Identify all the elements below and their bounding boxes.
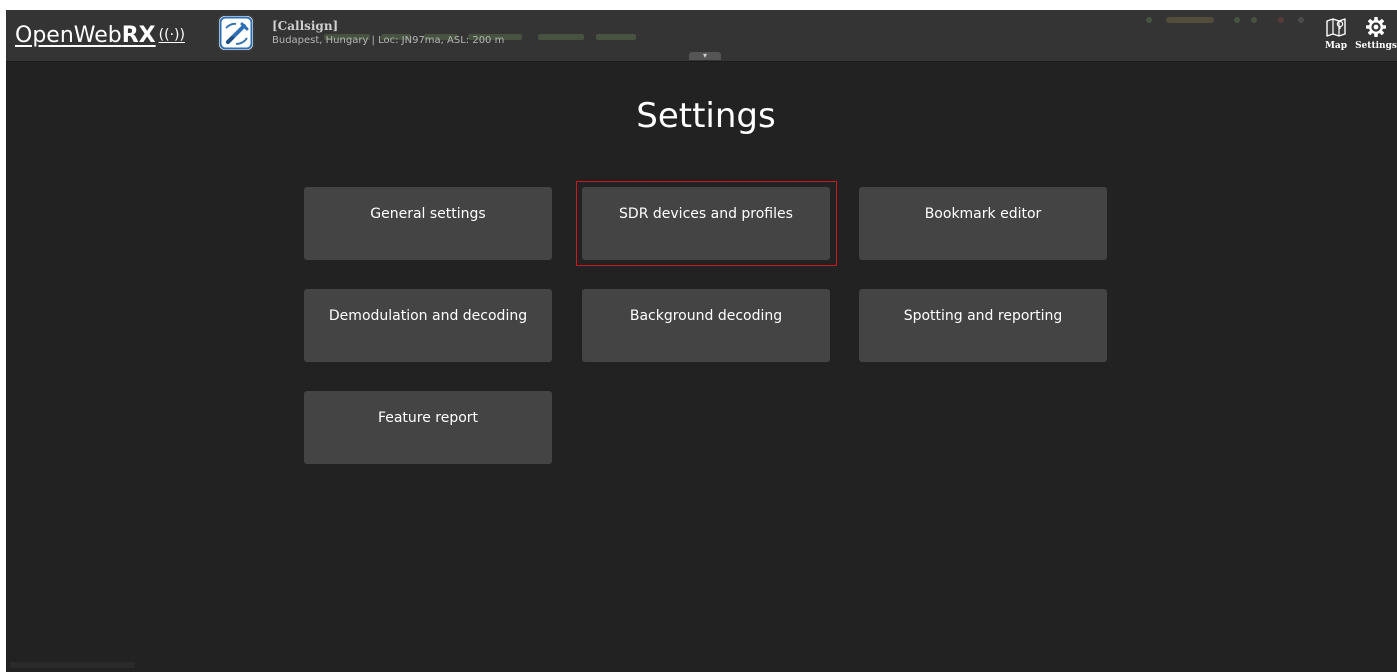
overlay-mark — [1234, 17, 1240, 23]
sdr-devices-button[interactable]: SDR devices and profiles — [582, 187, 830, 260]
nav-settings-label: Settings — [1355, 41, 1397, 51]
overlay-mark — [596, 34, 636, 40]
background-decoding-button[interactable]: Background decoding — [582, 289, 830, 362]
page-title: Settings — [636, 96, 776, 136]
overlay-mark — [1278, 17, 1284, 23]
header-collapse-toggle[interactable]: ▾ — [689, 52, 721, 60]
nav-settings-button[interactable]: Settings — [1353, 16, 1397, 58]
gear-icon — [1366, 17, 1386, 37]
bookmark-editor-button[interactable]: Bookmark editor — [859, 187, 1107, 260]
feature-report-button[interactable]: Feature report — [304, 391, 552, 464]
nav-map-button[interactable]: Map — [1323, 16, 1349, 58]
app-window: OpenWeb RX ((·)) [Callsign] Budapest, Hung… — [6, 10, 1397, 672]
antenna-pen-icon — [219, 16, 253, 50]
receiver-info: [Callsign] Budapest, Hungary | Loc: JN97… — [272, 18, 504, 48]
map-icon — [1326, 18, 1346, 37]
logo-text-light: OpenWeb — [15, 22, 122, 48]
overlay-mark — [1146, 17, 1152, 23]
logo-text-bold: RX — [121, 22, 156, 48]
nav-map-label: Map — [1324, 41, 1348, 51]
overlay-mark — [1298, 17, 1304, 23]
radio-wave-icon: ((·)) — [158, 27, 185, 43]
general-settings-button[interactable]: General settings — [304, 187, 552, 260]
openwebrx-logo[interactable]: OpenWeb RX ((·)) — [15, 18, 185, 52]
spotting-reporting-button[interactable]: Spotting and reporting — [859, 289, 1107, 362]
receiver-avatar[interactable] — [219, 16, 253, 50]
overlay-mark — [538, 34, 584, 40]
status-strip — [10, 662, 135, 668]
overlay-mark — [1166, 17, 1214, 23]
overlay-mark — [1251, 17, 1257, 23]
header-bar: OpenWeb RX ((·)) [Callsign] Budapest, Hung… — [6, 10, 1397, 62]
receiver-location: Budapest, Hungary | Loc: JN97ma, ASL: 20… — [272, 35, 505, 46]
receiver-callsign: [Callsign] — [272, 19, 339, 33]
demodulation-decoding-button[interactable]: Demodulation and decoding — [304, 289, 552, 362]
